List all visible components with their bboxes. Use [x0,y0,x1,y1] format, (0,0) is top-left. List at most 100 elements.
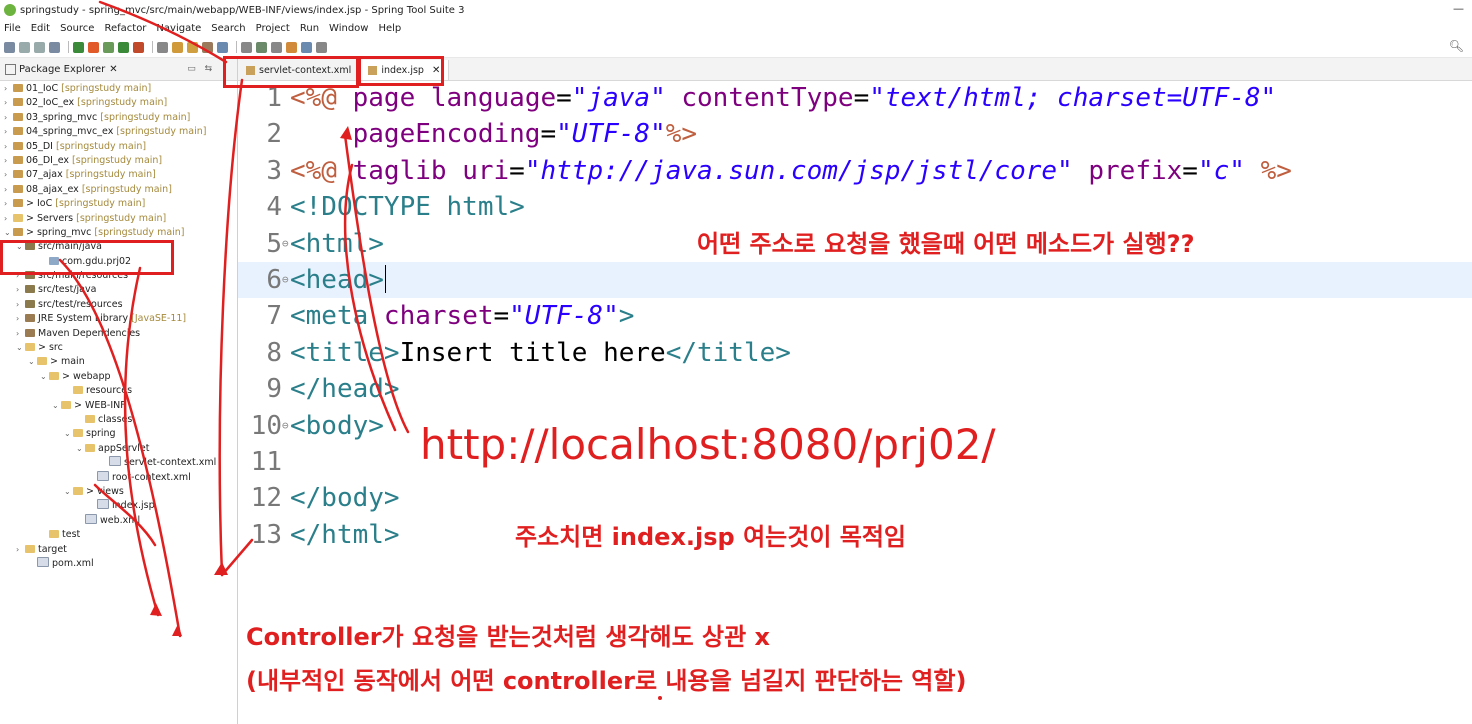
fold-toggle-icon[interactable]: ⊖ [282,408,289,444]
tree-item[interactable]: ⌄ > webapp [0,370,237,384]
tree-item[interactable]: pom.xml [0,556,237,571]
menu-search[interactable]: Search [211,23,245,34]
tree-item[interactable]: › > Servers [springstudy main] [0,212,237,226]
code-line[interactable]: 9 </head> [238,371,1472,407]
menu-run[interactable]: Run [300,23,319,34]
toolbar-button-icon[interactable] [301,41,312,53]
toolbar-button-icon[interactable] [49,41,60,53]
code-line[interactable]: 6 ⊖ <head> [238,262,1472,298]
tree-item[interactable]: test [0,528,237,542]
chevron-right-icon[interactable]: › [16,312,25,326]
chevron-right-icon[interactable]: › [16,327,25,341]
tree-item[interactable]: ⌄ appServlet [0,442,237,456]
toolbar-button-icon[interactable] [187,41,198,53]
code-line[interactable]: 2 pageEncoding="UTF-8"%> [238,116,1472,152]
code-line[interactable]: 3 <%@ taglib uri="http://java.sun.com/jsp… [238,153,1472,189]
tree-item[interactable]: › Maven Dependencies [0,327,237,341]
menu-help[interactable]: Help [378,23,401,34]
toolbar-button-icon[interactable] [133,41,144,53]
package-explorer-title[interactable]: Package Explorer [19,64,105,75]
chevron-down-icon[interactable]: ⌄ [76,442,85,456]
tree-item[interactable]: web.xml [0,513,237,528]
chevron-right-icon[interactable]: › [4,82,13,96]
toolbar-button-icon[interactable] [88,41,99,53]
code-line[interactable]: 7 <meta charset="UTF-8"> [238,298,1472,334]
chevron-down-icon[interactable]: ⌄ [52,399,61,413]
toolbar-button-icon[interactable] [19,41,30,53]
tree-item[interactable]: › target [0,543,237,557]
chevron-down-icon[interactable]: ⌄ [40,370,49,384]
toolbar-button-icon[interactable] [202,41,213,53]
toolbar-button-icon[interactable] [271,41,282,53]
tree-item[interactable]: › JRE System Library [JavaSE-11] [0,312,237,326]
search-icon[interactable]: 🔍︎ [1449,39,1464,53]
tree-item[interactable]: › 07_ajax [springstudy main] [0,168,237,182]
tree-item[interactable]: › 01_IoC [springstudy main] [0,82,237,96]
chevron-down-icon[interactable]: ⌄ [4,226,13,240]
chevron-right-icon[interactable]: › [16,543,25,557]
tree-item[interactable]: ⌄ > main [0,355,237,369]
chevron-right-icon[interactable]: › [4,212,13,226]
toolbar-button-icon[interactable] [256,41,267,53]
tree-item[interactable]: ⌄ spring [0,427,237,441]
menu-edit[interactable]: Edit [31,23,50,34]
menu-navigate[interactable]: Navigate [156,23,201,34]
fold-toggle-icon[interactable]: ⊖ [282,262,289,298]
chevron-right-icon[interactable]: › [4,197,13,211]
toolbar-button-icon[interactable] [118,41,129,53]
toolbar-button-icon[interactable] [34,41,45,53]
tree-item[interactable]: › 04_spring_mvc_ex [springstudy main] [0,125,237,139]
chevron-down-icon[interactable]: ⌄ [64,427,73,441]
tree-item[interactable]: › 03_spring_mvc [springstudy main] [0,111,237,125]
menu-refactor[interactable]: Refactor [104,23,146,34]
toolbar-button-icon[interactable] [217,41,228,53]
tree-item[interactable]: ⌄ > spring_mvc [springstudy main] [0,226,237,240]
close-icon[interactable]: ✕ [109,64,117,75]
toolbar-button-icon[interactable] [241,41,252,53]
chevron-down-icon[interactable]: ⌄ [64,485,73,499]
tree-item[interactable]: resources [0,384,237,398]
toolbar-button-icon[interactable] [103,41,114,53]
code-line[interactable]: 4 <!DOCTYPE html> [238,189,1472,225]
tree-item-annotation: [springstudy main] [52,140,147,152]
tree-item[interactable]: index.jsp [0,499,237,513]
tree-item[interactable]: › 02_IoC_ex [springstudy main] [0,96,237,110]
tree-item[interactable]: › 06_DI_ex [springstudy main] [0,154,237,168]
tree-item[interactable]: › src/test/java [0,283,237,297]
toolbar-button-icon[interactable] [286,41,297,53]
toolbar-button-icon[interactable] [157,41,168,53]
tree-item[interactable]: servlet-context.xml [0,456,237,470]
chevron-right-icon[interactable]: › [4,111,13,125]
tree-item[interactable]: root-context.xml [0,470,237,485]
tree-item[interactable]: › 08_ajax_ex [springstudy main] [0,183,237,197]
chevron-right-icon[interactable]: › [16,283,25,297]
chevron-right-icon[interactable]: › [4,125,13,139]
chevron-right-icon[interactable]: › [4,154,13,168]
menu-file[interactable]: File [4,23,21,34]
menu-source[interactable]: Source [60,23,94,34]
tree-item[interactable]: › > IoC [springstudy main] [0,197,237,211]
toolbar-button-icon[interactable] [4,41,15,53]
tree-item[interactable]: ⌄ > WEB-INF [0,399,237,413]
menu-window[interactable]: Window [329,23,368,34]
toolbar-button-icon[interactable] [73,41,84,53]
toolbar-button-icon[interactable] [172,41,183,53]
code-line[interactable]: 8 <title>Insert title here</title> [238,335,1472,371]
chevron-right-icon[interactable]: › [4,183,13,197]
chevron-right-icon[interactable]: › [4,140,13,154]
chevron-down-icon[interactable]: ⌄ [28,355,37,369]
chevron-right-icon[interactable]: › [16,298,25,312]
minimize-button[interactable]: — [1453,2,1464,15]
code-line[interactable]: 12 </body> [238,480,1472,516]
fold-toggle-icon[interactable]: ⊖ [282,226,289,262]
tree-item[interactable]: ⌄ > src [0,341,237,355]
toolbar-button-icon[interactable] [316,41,327,53]
chevron-right-icon[interactable]: › [4,168,13,182]
tree-item[interactable]: ⌄ > views [0,485,237,499]
tree-item[interactable]: classes [0,413,237,427]
menu-project[interactable]: Project [256,23,290,34]
tree-item[interactable]: › 05_DI [springstudy main] [0,140,237,154]
chevron-right-icon[interactable]: › [4,96,13,110]
chevron-down-icon[interactable]: ⌄ [16,341,25,355]
tree-item[interactable]: › src/test/resources [0,298,237,312]
